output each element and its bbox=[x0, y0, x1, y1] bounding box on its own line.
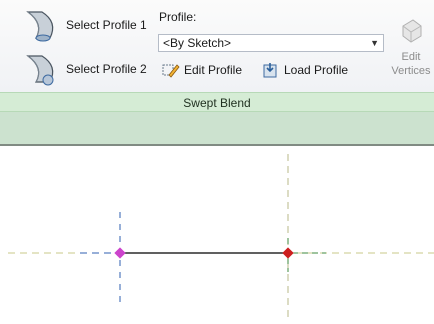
select-profile-2-button[interactable]: Select Profile 2 bbox=[24, 52, 147, 86]
path-start-point[interactable] bbox=[114, 247, 126, 259]
edit-vertices-label-line2: Vertices bbox=[391, 65, 431, 77]
drawing-canvas[interactable] bbox=[0, 146, 434, 321]
select-profile-2-label: Select Profile 2 bbox=[66, 62, 147, 76]
edit-vertices-label-line1: Edit bbox=[401, 51, 421, 63]
load-profile-label: Load Profile bbox=[284, 63, 349, 77]
load-profile-icon bbox=[263, 63, 277, 78]
select-profile-1-label: Select Profile 1 bbox=[66, 18, 147, 32]
edit-profile-icon bbox=[162, 64, 180, 78]
load-profile-button[interactable]: Load Profile bbox=[262, 62, 348, 78]
swept-blend-panel: Select Profile 1 Select Profile 2 Profil… bbox=[0, 0, 434, 92]
panel-title: Swept Blend bbox=[0, 92, 434, 112]
edit-vertices-button[interactable]: Edit Vertices bbox=[389, 16, 433, 78]
edit-profile-label: Edit Profile bbox=[184, 63, 243, 77]
path-end-point[interactable] bbox=[282, 247, 294, 259]
select-profile-1-button[interactable]: Select Profile 1 bbox=[24, 8, 147, 42]
profile-dropdown-value: <By Sketch> bbox=[163, 36, 232, 50]
profile-label: Profile: bbox=[159, 10, 197, 24]
ribbon: Select Profile 1 Select Profile 2 Profil… bbox=[0, 0, 434, 93]
swept-profile-icon bbox=[26, 11, 54, 42]
edit-profile-button[interactable]: Edit Profile bbox=[162, 62, 242, 78]
sketch-view[interactable] bbox=[0, 146, 434, 321]
edit-vertices-icon bbox=[402, 19, 422, 43]
chevron-down-icon[interactable]: ▼ bbox=[370, 38, 379, 48]
profile-dropdown[interactable]: <By Sketch> ▼ bbox=[158, 34, 384, 52]
swept-profile-icon bbox=[26, 55, 54, 86]
options-bar bbox=[0, 112, 434, 146]
